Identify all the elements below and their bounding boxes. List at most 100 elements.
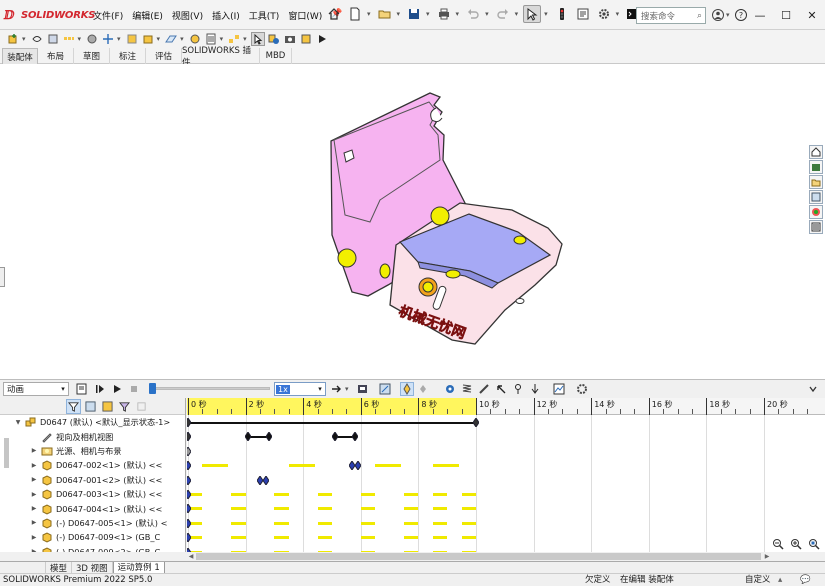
collapse-all-icon[interactable]: [134, 399, 149, 414]
change-bar[interactable]: [432, 521, 448, 525]
damper-icon[interactable]: [477, 382, 491, 396]
keyframe-diamond[interactable]: [265, 432, 272, 442]
menu-window[interactable]: 窗口(W): [288, 9, 322, 22]
user-account-icon[interactable]: [709, 6, 727, 24]
change-bar[interactable]: [375, 464, 402, 468]
undo-icon[interactable]: [464, 5, 482, 23]
change-bar[interactable]: [404, 507, 419, 511]
chevron-down-icon[interactable]: ▾: [117, 35, 121, 43]
tree-item[interactable]: ▶ 光源、相机与布景: [30, 444, 122, 458]
expand-arrow-icon[interactable]: ▶: [30, 548, 38, 552]
tab-sketch[interactable]: 草图: [74, 48, 110, 64]
zoom-to-fit-timeline-icon[interactable]: [807, 537, 821, 551]
keyframe-diamond[interactable]: [187, 446, 191, 456]
menu-view[interactable]: 视图(V): [172, 9, 203, 22]
keyframe-diamond[interactable]: [187, 490, 191, 499]
tree-item[interactable]: ▶ D0647-004<1> (默认) <<: [30, 501, 162, 515]
change-bar[interactable]: [432, 536, 448, 540]
options-gear-icon[interactable]: [595, 5, 613, 23]
chevron-down-icon[interactable]: ▾: [397, 10, 401, 18]
tree-item[interactable]: 视向及相机视图: [30, 429, 113, 443]
traffic-light-icon[interactable]: [553, 5, 571, 23]
change-bar[interactable]: [317, 507, 332, 511]
keyframe-diamond[interactable]: [331, 432, 338, 442]
reference-geometry-icon[interactable]: [164, 32, 178, 46]
chevron-down-icon[interactable]: ▾: [616, 10, 620, 18]
chevron-down-icon[interactable]: ▾: [22, 35, 26, 43]
change-bar[interactable]: [274, 536, 289, 540]
keyframe-diamond[interactable]: [187, 504, 191, 514]
keyframe-span[interactable]: [188, 422, 476, 424]
chevron-down-icon[interactable]: ▾: [544, 10, 548, 18]
change-bar[interactable]: [360, 536, 376, 540]
chevron-down-icon[interactable]: ▾: [243, 35, 247, 43]
change-bar[interactable]: [432, 507, 448, 511]
scroll-right-icon[interactable]: ▶: [762, 552, 772, 561]
keyframe-diamond[interactable]: [473, 418, 479, 427]
filter-results-icon[interactable]: [117, 399, 132, 414]
chevron-down-icon[interactable]: ▾: [58, 385, 68, 393]
keyframe-diamond[interactable]: [187, 418, 191, 427]
change-bar[interactable]: [404, 493, 419, 496]
new-document-icon[interactable]: [346, 5, 364, 23]
study-type-select[interactable]: 动画 ▾: [3, 382, 69, 396]
change-bar[interactable]: [317, 521, 332, 525]
save-icon[interactable]: [405, 5, 423, 23]
add-update-key-icon[interactable]: [418, 382, 432, 396]
change-bar[interactable]: [288, 464, 315, 468]
expand-arrow-icon[interactable]: ▼: [14, 419, 22, 426]
force-icon[interactable]: [494, 382, 508, 396]
zoom-in-icon[interactable]: [789, 537, 803, 551]
change-bar[interactable]: [461, 493, 476, 496]
change-bar[interactable]: [461, 536, 476, 540]
change-bar[interactable]: [231, 521, 246, 525]
tab-motion-study-1[interactable]: 运动算例 1: [112, 561, 165, 574]
change-bar[interactable]: [274, 521, 289, 525]
change-bar[interactable]: [360, 493, 376, 496]
gravity-icon[interactable]: [528, 382, 542, 396]
insert-components-icon[interactable]: [6, 32, 20, 46]
tree-item[interactable]: ▶ (-) D0647-009<2> (GB_C: [30, 545, 160, 552]
tab-mbd[interactable]: MBD: [260, 48, 292, 64]
expand-arrow-icon[interactable]: ▶: [30, 476, 38, 483]
print-icon[interactable]: [435, 5, 453, 23]
change-bar[interactable]: [231, 493, 246, 496]
scroll-left-icon[interactable]: ◀: [186, 552, 196, 561]
chevron-down-icon[interactable]: ▾: [180, 35, 184, 43]
select-cursor-icon[interactable]: [523, 5, 542, 23]
tab-evaluate[interactable]: 评估: [146, 48, 182, 64]
smart-fasteners-icon[interactable]: [85, 32, 99, 46]
expand-arrow-icon[interactable]: ▶: [30, 462, 38, 469]
expand-arrow-icon[interactable]: ▶: [30, 519, 38, 526]
minimize-icon[interactable]: —: [747, 0, 773, 30]
status-info-icon[interactable]: 💬: [800, 574, 811, 586]
menu-tools[interactable]: 工具(T): [249, 9, 280, 22]
change-bar[interactable]: [190, 493, 203, 496]
collapse-motion-manager-icon[interactable]: [806, 382, 820, 396]
motor-icon[interactable]: [443, 382, 457, 396]
change-bar[interactable]: [432, 464, 459, 468]
animation-wizard-icon[interactable]: [378, 382, 392, 396]
chevron-down-icon[interactable]: ▾: [345, 385, 349, 393]
results-and-plots-icon[interactable]: [552, 382, 566, 396]
tab-model[interactable]: 模型: [46, 561, 73, 574]
redo-icon[interactable]: [494, 5, 512, 23]
expand-arrow-icon[interactable]: ▶: [30, 491, 38, 498]
search-commands-input[interactable]: 搜索命令 ⌕: [636, 7, 706, 24]
timeline-horizontal-scrollbar[interactable]: ◀ ▶: [186, 552, 825, 561]
tree-item[interactable]: ▶ D0647-001<2> (默认) <<: [30, 473, 162, 487]
appearances-icon[interactable]: [809, 205, 823, 219]
menu-insert[interactable]: 插入(I): [212, 9, 240, 22]
change-bar[interactable]: [461, 507, 476, 511]
zoom-out-icon[interactable]: [771, 537, 785, 551]
chevron-down-icon[interactable]: ▾: [515, 10, 519, 18]
chevron-down-icon[interactable]: ▾: [78, 35, 82, 43]
change-bar[interactable]: [360, 521, 376, 525]
assembly-model[interactable]: 机械无忧网: [0, 64, 825, 379]
take-snapshot-icon[interactable]: [283, 32, 297, 46]
filter-animated-icon[interactable]: [66, 399, 81, 414]
timeline-area[interactable]: 0 秒 2 秒 4 秒 6 秒 8 秒 10 秒 12 秒 14 秒 16 秒 18 秒 20 秒: [187, 398, 825, 552]
search-icon[interactable]: ⌕: [697, 11, 702, 21]
keyframe-diamond[interactable]: [187, 432, 191, 442]
graphics-area[interactable]: 机械无忧网: [0, 64, 825, 379]
